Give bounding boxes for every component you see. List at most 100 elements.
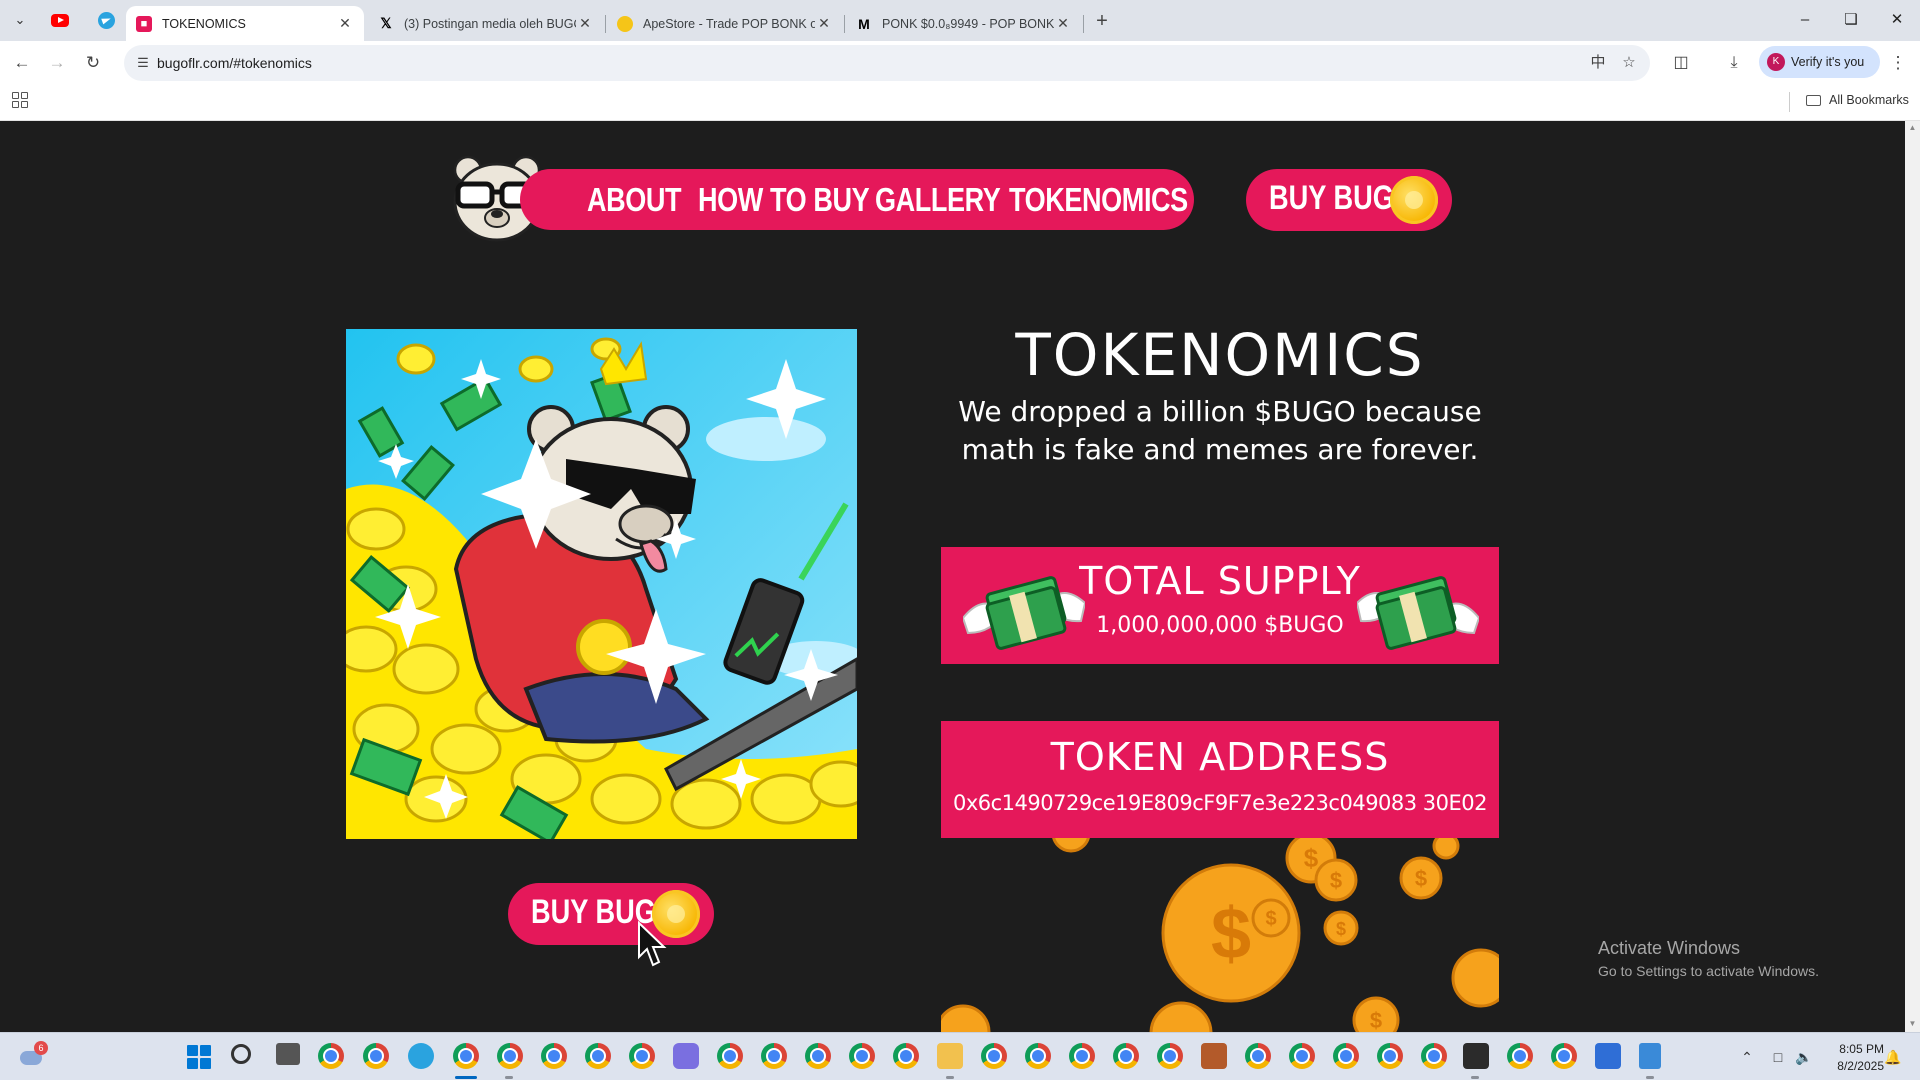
search-icon[interactable] — [231, 1044, 251, 1064]
bugo-favicon-icon: ■ — [136, 15, 152, 32]
clock-time[interactable]: 8:05 PM — [1826, 1042, 1884, 1056]
all-bookmarks-button[interactable]: All Bookmarks — [1806, 93, 1909, 107]
close-tab-icon[interactable]: ✕ — [1054, 15, 1072, 32]
scroll-down-icon[interactable]: ▼ — [1908, 1019, 1917, 1028]
back-button[interactable]: ← — [8, 49, 36, 77]
terminal-app-icon[interactable] — [1463, 1043, 1489, 1069]
translate-icon[interactable]: 中 — [1588, 53, 1608, 73]
weather-widget[interactable]: 6 — [20, 1041, 48, 1069]
bookmark-star-icon[interactable]: ☆ — [1619, 53, 1639, 73]
profile-avatar: K — [1767, 53, 1785, 71]
chrome-app-icon[interactable] — [1507, 1043, 1533, 1069]
chrome-app-icon[interactable] — [893, 1043, 919, 1069]
downloads-icon[interactable]: ⤓ — [1722, 51, 1746, 75]
notifications-bell-icon[interactable]: 🔔 — [1883, 1047, 1903, 1067]
nav-gallery[interactable]: GALLERY — [875, 169, 1001, 230]
show-hidden-icons-icon[interactable]: ⌃ — [1737, 1047, 1757, 1067]
chrome-app-icon[interactable] — [1157, 1043, 1183, 1069]
activate-windows-title: Activate Windows — [1598, 938, 1741, 958]
close-tab-icon[interactable]: ✕ — [336, 15, 354, 32]
chrome-app-icon[interactable] — [629, 1043, 655, 1069]
all-bookmarks-label: All Bookmarks — [1829, 93, 1909, 107]
buy-bugo-header-button[interactable]: BUY BUGO — [1246, 169, 1452, 231]
game-app-icon[interactable] — [1201, 1043, 1227, 1069]
chrome-app-icon[interactable] — [1421, 1043, 1447, 1069]
pinned-tab-youtube[interactable] — [49, 9, 71, 31]
chrome-app-icon[interactable] — [497, 1043, 523, 1069]
token-address-value[interactable]: 0x6c1490729ce19E809cF9F7e3e223c049083 30… — [941, 791, 1499, 815]
chrome-app-icon[interactable] — [849, 1043, 875, 1069]
telegram-app-icon[interactable] — [408, 1043, 434, 1069]
chrome-app-icon[interactable] — [585, 1043, 611, 1069]
restore-button[interactable]: ❏ — [1828, 6, 1874, 34]
tab-tokenomics[interactable]: ■ TOKENOMICS ✕ — [126, 6, 364, 41]
chrome-app-icon[interactable] — [453, 1043, 479, 1069]
chrome-app-icon[interactable] — [761, 1043, 787, 1069]
tab-search-button[interactable]: ⌄ — [8, 8, 32, 32]
network-icon[interactable]: □ — [1768, 1047, 1788, 1067]
bookmarks-bar: All Bookmarks — [0, 84, 1920, 121]
bear-money-illustration — [346, 329, 857, 839]
svg-text:$: $ — [1415, 866, 1427, 891]
folder-icon — [1806, 94, 1821, 106]
chrome-app-icon[interactable] — [1377, 1043, 1403, 1069]
chrome-app-icon[interactable] — [1025, 1043, 1051, 1069]
nav-tokenomics[interactable]: TOKENOMICS — [1009, 169, 1188, 230]
chrome-app-icon[interactable] — [363, 1043, 389, 1069]
start-button[interactable] — [187, 1045, 211, 1069]
subtitle-line-2: math is fake and memes are forever. — [961, 433, 1479, 466]
file-explorer-icon[interactable] — [937, 1043, 963, 1069]
volume-icon[interactable]: 🔈 — [1794, 1047, 1814, 1067]
close-tab-icon[interactable]: ✕ — [576, 15, 594, 32]
verify-profile-button[interactable]: K Verify it's you — [1759, 46, 1880, 78]
tab-x-posts[interactable]: 𝕏 (3) Postingan media oleh BUGO ✕ — [368, 6, 604, 41]
chrome-app-icon[interactable] — [1333, 1043, 1359, 1069]
forward-button[interactable]: → — [43, 49, 71, 77]
address-bar[interactable]: ☰ bugoflr.com/#tokenomics 中 ☆ — [124, 45, 1650, 81]
apestore-favicon-icon — [617, 15, 633, 32]
minimize-button[interactable]: – — [1782, 6, 1828, 34]
chrome-app-icon[interactable] — [1289, 1043, 1315, 1069]
close-window-button[interactable]: ✕ — [1874, 6, 1920, 34]
tab-strip: ⌄ ■ TOKENOMICS ✕ 𝕏 (3) Postingan media o… — [0, 0, 1920, 41]
buy-bugo-button[interactable]: BUY BUGO — [508, 883, 714, 945]
notepad-app-icon[interactable] — [1639, 1043, 1661, 1069]
extensions-icon[interactable]: ◫ — [1669, 51, 1693, 75]
chrome-app-icon[interactable] — [805, 1043, 831, 1069]
nav-how-to-buy[interactable]: HOW TO BUY — [698, 169, 870, 230]
apps-grid-icon[interactable] — [12, 92, 28, 108]
svg-text:$: $ — [1211, 894, 1251, 974]
weather-badge: 6 — [34, 1041, 48, 1055]
photos-app-icon[interactable] — [1595, 1043, 1621, 1069]
chrome-app-icon[interactable] — [1113, 1043, 1139, 1069]
url-text[interactable]: bugoflr.com/#tokenomics — [157, 55, 312, 71]
task-view-icon[interactable] — [276, 1043, 300, 1065]
chrome-app-icon[interactable] — [541, 1043, 567, 1069]
tab-ponk[interactable]: M PONK $0.0₈9949 - POP BONK / ✕ — [846, 6, 1082, 41]
mouse-cursor-icon — [638, 921, 667, 967]
tokenomics-subtitle: We dropped a billion $BUGO because math … — [940, 393, 1500, 469]
game-controller-app-icon[interactable] — [673, 1043, 699, 1069]
chrome-app-icon[interactable] — [1245, 1043, 1271, 1069]
chrome-app-icon[interactable] — [717, 1043, 743, 1069]
chrome-app-icon[interactable] — [981, 1043, 1007, 1069]
tab-title: TOKENOMICS — [162, 16, 246, 31]
clock-date[interactable]: 8/2/2025 — [1826, 1059, 1884, 1073]
tab-apestore[interactable]: ApeStore - Trade POP BONK on ✕ — [607, 6, 843, 41]
new-tab-button[interactable]: + — [1088, 8, 1116, 36]
token-address-label: TOKEN ADDRESS — [1050, 735, 1390, 779]
chrome-app-icon[interactable] — [1069, 1043, 1095, 1069]
nav-about[interactable]: ABOUT — [587, 169, 682, 230]
browser-menu-icon[interactable]: ⋮ — [1888, 51, 1908, 75]
ponk-favicon-icon: M — [858, 15, 870, 32]
page-scrollbar[interactable]: ▲ ▼ — [1905, 121, 1920, 1032]
svg-text:$: $ — [1336, 919, 1346, 939]
chrome-app-icon[interactable] — [1551, 1043, 1577, 1069]
scroll-up-icon[interactable]: ▲ — [1908, 123, 1917, 132]
close-tab-icon[interactable]: ✕ — [815, 15, 833, 32]
chrome-app-icon[interactable] — [318, 1043, 344, 1069]
pinned-tab-telegram[interactable] — [95, 9, 117, 31]
site-info-icon[interactable]: ☰ — [134, 54, 152, 72]
browser-toolbar: ← → ↻ ☰ bugoflr.com/#tokenomics 中 ☆ ◫ ⤓ … — [0, 41, 1920, 84]
reload-button[interactable]: ↻ — [79, 49, 107, 77]
